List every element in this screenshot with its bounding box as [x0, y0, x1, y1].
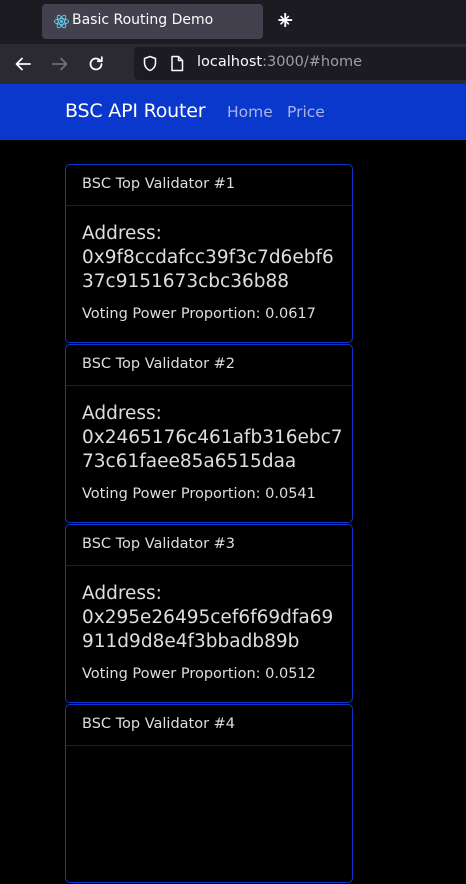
forward-arrow-icon[interactable] — [51, 55, 69, 73]
back-arrow-icon[interactable] — [14, 55, 32, 73]
validator-card: BSC Top Validator #4 — [65, 704, 353, 883]
card-header: BSC Top Validator #4 — [66, 705, 352, 746]
validator-rank: BSC Top Validator #3 — [82, 536, 236, 552]
address-value: 0x9f8ccdafcc39f3c7d6ebf637c9151673cbc36b… — [82, 247, 334, 292]
validator-card: BSC Top Validator #1 Address: 0x9f8ccdaf… — [65, 164, 353, 343]
browser-tab[interactable]: Basic Routing Demo ✕ — [42, 4, 291, 39]
validator-list: BSC Top Validator #1 Address: 0x9f8ccdaf… — [65, 164, 353, 884]
brand-link[interactable]: BSC API Router — [65, 100, 206, 122]
shield-icon[interactable] — [142, 55, 158, 72]
validator-address: Address: 0x9f8ccdafcc39f3c7d6ebf637c9151… — [82, 222, 344, 294]
voting-power: Voting Power Proportion: 0.0512 — [82, 666, 316, 682]
url-host: localhost — [197, 54, 263, 70]
validator-rank: BSC Top Validator #2 — [82, 356, 236, 372]
tab-title: Basic Routing Demo — [72, 12, 214, 28]
card-header: BSC Top Validator #3 — [66, 525, 352, 566]
validator-address: Address: 0x295e26495cef6f69dfa69911d9d8e… — [82, 582, 344, 654]
validator-rank: BSC Top Validator #1 — [82, 176, 236, 192]
card-header: BSC Top Validator #2 — [66, 345, 352, 386]
voting-power: Voting Power Proportion: 0.0617 — [82, 306, 316, 322]
react-logo-icon — [53, 14, 70, 29]
address-value: 0x2465176c461afb316ebc773c61faee85a6515d… — [82, 427, 343, 472]
validator-card: BSC Top Validator #3 Address: 0x295e2649… — [65, 524, 353, 703]
reload-icon[interactable] — [87, 55, 105, 73]
address-value: 0x295e26495cef6f69dfa69911d9d8e4f3bbadb8… — [82, 607, 334, 652]
app-navbar: BSC API Router Home Price — [0, 84, 466, 140]
address-label: Address: — [82, 403, 162, 424]
address-label: Address: — [82, 583, 162, 604]
url-path: :3000/#home — [262, 54, 363, 70]
validator-card: BSC Top Validator #2 Address: 0x2465176c… — [65, 344, 353, 523]
browser-tab-strip: Basic Routing Demo ✕ + — [0, 0, 466, 44]
new-tab-button[interactable]: + — [276, 8, 294, 34]
address-label: Address: — [82, 223, 162, 244]
validator-rank: BSC Top Validator #4 — [82, 716, 236, 732]
nav-link-home[interactable]: Home — [227, 103, 273, 121]
voting-power: Voting Power Proportion: 0.0541 — [82, 486, 316, 502]
validator-address: Address: 0x2465176c461afb316ebc773c61fae… — [82, 402, 344, 474]
url-text[interactable]: localhost:3000/#home — [197, 54, 362, 70]
card-header: BSC Top Validator #1 — [66, 165, 352, 206]
nav-link-price[interactable]: Price — [287, 103, 325, 121]
page-icon[interactable] — [170, 55, 184, 72]
url-bar[interactable]: localhost:3000/#home — [134, 47, 466, 80]
